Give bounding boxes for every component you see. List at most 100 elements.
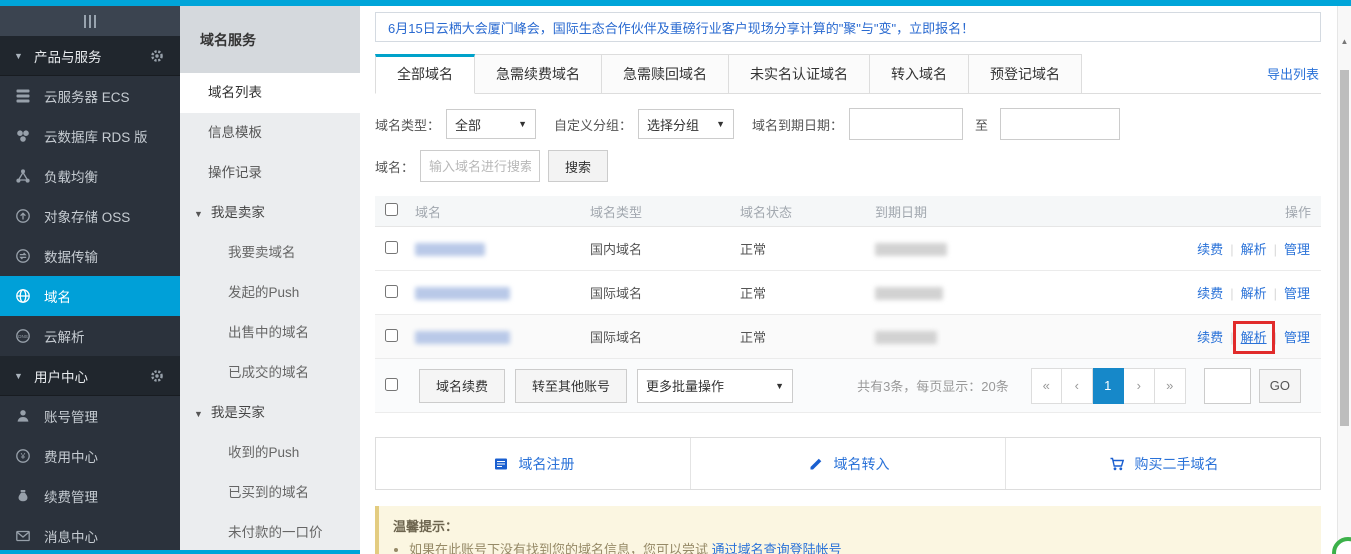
domain-type-select[interactable]: 全部 ▼ [446, 109, 537, 139]
manage-link[interactable]: 管理 [1283, 240, 1311, 259]
batch-renew-button[interactable]: 域名续费 [419, 368, 506, 403]
renew-link[interactable]: 续费 [1196, 284, 1224, 303]
sidebar-item-messages[interactable]: 消息中心 [0, 516, 180, 554]
subnav-item-operation-log[interactable]: 操作记录 [180, 153, 360, 193]
prev-page-button[interactable]: ‹ [1061, 367, 1093, 404]
subnav-item-bought[interactable]: 已买到的域名 [180, 473, 360, 513]
subnav-title: 域名服务 [180, 6, 360, 73]
sidebar-item-dns[interactable]: DNS 云解析 [0, 316, 180, 356]
sidebar-item-slb[interactable]: 负载均衡 [0, 156, 180, 196]
export-list-link[interactable]: 导出列表 [1267, 64, 1319, 83]
subnav-item-sell-domain[interactable]: 我要卖域名 [180, 233, 360, 273]
gear-icon [148, 47, 166, 65]
subnav-item-sold[interactable]: 已成交的域名 [180, 353, 360, 393]
expire-date-to-input[interactable] [1000, 108, 1121, 140]
row-actions: 续费 | 解析 | 管理 [1121, 283, 1311, 302]
subnav-item-unpaid[interactable]: 未付款的一口价 [180, 513, 360, 553]
search-button[interactable]: 搜索 [548, 150, 609, 182]
sidebar-item-oss[interactable]: 对象存储 OSS [0, 196, 180, 236]
domain-search-input[interactable] [420, 150, 541, 182]
cart-icon [1108, 455, 1126, 473]
resolve-link[interactable]: 解析 [1240, 240, 1268, 259]
subnav-item-push-received[interactable]: 收到的Push [180, 433, 360, 473]
renew-link[interactable]: 续费 [1196, 240, 1224, 259]
sidebar-collapse-bar[interactable] [0, 6, 180, 36]
scrollbar[interactable]: ▲ [1337, 6, 1351, 554]
collapse-sidebar-icon[interactable] [84, 14, 96, 28]
subnav-item-buyer[interactable]: ▼ 我是买家 [180, 393, 360, 433]
batch-buttons: 域名续费 转至其他账号 [419, 368, 637, 403]
page-jump-go-button[interactable]: GO [1258, 368, 1301, 403]
record-count-summary: 共有3条，每页显示：20条 [857, 379, 1009, 394]
sidebar-section-user-center[interactable]: ▼ 用户中心 [0, 356, 180, 396]
sidebar-item-label: 云解析 [44, 330, 85, 345]
transfer-account-button[interactable]: 转至其他账号 [515, 368, 628, 403]
table-row: 国际域名 正常 续费 | 解析 | 管理 [375, 315, 1321, 359]
last-page-button[interactable]: » [1154, 367, 1186, 404]
row-checkbox[interactable] [385, 240, 398, 254]
sidebar-item-label: 费用中心 [44, 450, 98, 465]
tab-3[interactable]: 未实名认证域名 [729, 54, 870, 94]
pencil-action-button[interactable]: 域名转入 [690, 438, 1005, 489]
custom-group-select[interactable]: 选择分组 ▼ [638, 109, 735, 139]
domain-service-subnav: 域名服务 域名列表 信息模板 操作记录 ▼ 我是卖家我要卖域名发起的Push 出售中的域名… [180, 6, 360, 554]
next-page-button[interactable]: › [1123, 367, 1155, 404]
resolve-link[interactable]: 解析 [1240, 284, 1268, 303]
register-action-button[interactable]: 域名注册 [376, 438, 690, 489]
subnav-item-label: 我要卖域名 [228, 245, 296, 260]
sidebar-item-account[interactable]: 账号管理 [0, 396, 180, 436]
sidebar-section-products[interactable]: ▼ 产品与服务 [0, 36, 180, 76]
promo-banner[interactable]: 6月15日云栖大会厦门峰会，国际生态合作伙伴及重磅行业客户现场分享计算的"聚"与… [375, 12, 1321, 42]
subnav-item-domain-list[interactable]: 域名列表 [180, 73, 360, 113]
expire-date-cell-redacted [875, 329, 1121, 345]
batch-select-checkbox[interactable] [385, 377, 398, 391]
first-page-button[interactable]: « [1030, 367, 1062, 404]
select-all-checkbox[interactable] [385, 203, 398, 216]
row-checkbox[interactable] [385, 328, 398, 342]
page-jump-input[interactable] [1203, 367, 1251, 404]
query-login-account-link[interactable]: 通过域名查询登陆帐号 [712, 542, 842, 554]
tab-all-domains[interactable]: 全部域名 [375, 54, 475, 94]
sidebar-item-rds[interactable]: 云数据库 RDS 版 [0, 116, 180, 156]
resolve-link[interactable]: 解析 [1232, 321, 1275, 354]
sidebar-item-billing[interactable]: ¥ 费用中心 [0, 436, 180, 476]
pagination: «‹ 1 ›» [1030, 367, 1186, 404]
scrollbar-thumb[interactable] [1340, 70, 1349, 426]
globe-icon [14, 287, 32, 305]
subnav-item-selling[interactable]: 出售中的域名 [180, 313, 360, 353]
subnav-item-push-sent[interactable]: 发起的Push [180, 273, 360, 313]
manage-link[interactable]: 管理 [1283, 328, 1311, 347]
promo-banner-text: 6月15日云栖大会厦门峰会，国际生态合作伙伴及重磅行业客户现场分享计算的"聚"与… [388, 20, 975, 36]
date-to-label: 至 [975, 117, 989, 133]
cart-action-button[interactable]: 购买二手域名 [1005, 438, 1320, 489]
current-page-button[interactable]: 1 [1092, 367, 1124, 404]
tab-2[interactable]: 急需赎回域名 [602, 54, 729, 94]
more-batch-select[interactable]: 更多批量操作 ▼ [637, 368, 794, 403]
caret-down-icon: ▼ [14, 370, 23, 381]
footer-action-label: 域名注册 [518, 455, 575, 472]
sidebar-item-renewal[interactable]: 续费管理 [0, 476, 180, 516]
sidebar-item-label: 续费管理 [44, 490, 98, 505]
cloud-storage-icon [14, 207, 32, 225]
sidebar-item-dts[interactable]: 数据传输 [0, 236, 180, 276]
subnav-item-label: 已买到的域名 [228, 485, 309, 500]
row-checkbox[interactable] [385, 284, 398, 298]
tab-1[interactable]: 急需续费域名 [475, 54, 602, 94]
scrollbar-up-arrow-icon[interactable]: ▲ [1338, 34, 1351, 48]
expire-date-from-input[interactable] [849, 108, 964, 140]
footer-action-box: 域名注册 域名转入 购买二手域名 [375, 437, 1321, 490]
tab-4[interactable]: 转入域名 [870, 54, 969, 94]
table-header: 域名 域名类型 域名状态 到期日期 操作 [375, 196, 1321, 227]
manage-link[interactable]: 管理 [1283, 284, 1311, 303]
sidebar-item-ecs[interactable]: 云服务器 ECS [0, 76, 180, 116]
product-sidebar: ▼ 产品与服务 云服务器 ECS 云数据库 RDS 版负载均衡 对象存储 OSS 数据传输… [0, 6, 180, 554]
action-separator: | [1273, 330, 1277, 345]
renew-link[interactable]: 续费 [1196, 328, 1224, 347]
subnav-item-info-template[interactable]: 信息模板 [180, 113, 360, 153]
tab-5[interactable]: 预登记域名 [969, 54, 1082, 94]
table-body: 国内域名 正常 续费 | 解析 | 管理 国际域名 正常 续费 | 解析 | 管理 国际域名 正常 续费 | 解析 |… [375, 227, 1321, 359]
chevron-down-icon: ▼ [775, 380, 785, 391]
subnav-item-label: 我是买家 [210, 405, 265, 420]
subnav-item-seller[interactable]: ▼ 我是卖家 [180, 193, 360, 233]
sidebar-item-domain[interactable]: 域名 [0, 276, 180, 316]
